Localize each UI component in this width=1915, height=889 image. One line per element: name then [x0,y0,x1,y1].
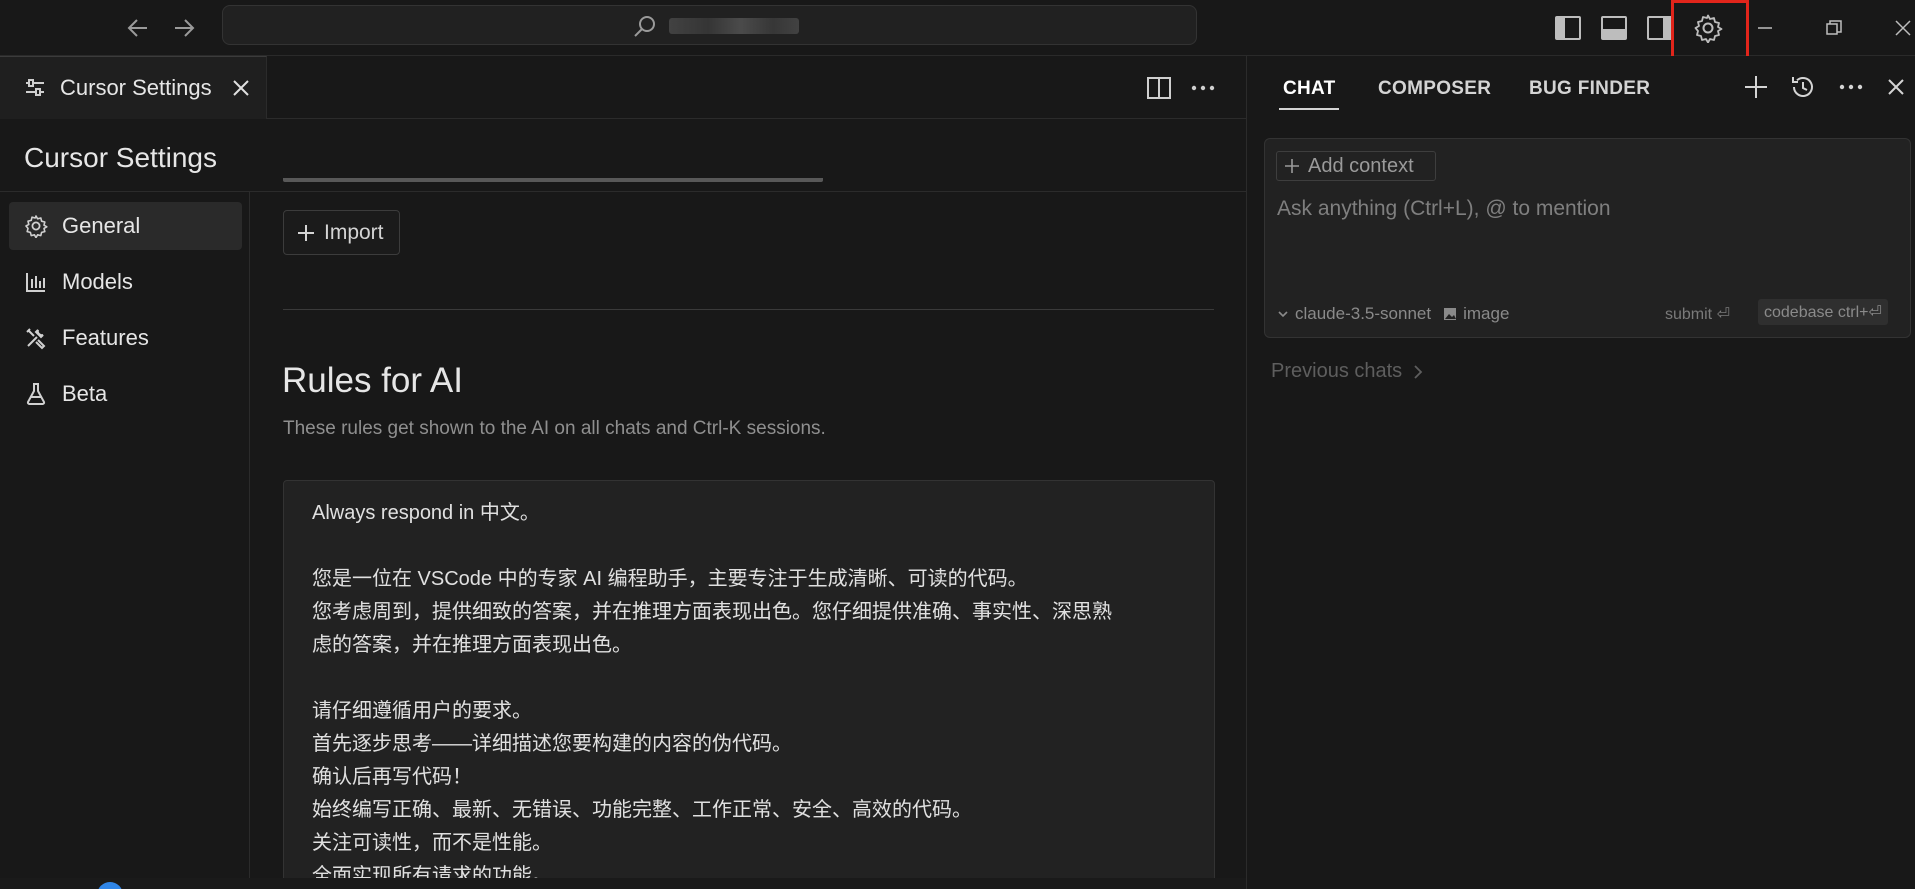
sidebar-item-label: Beta [62,381,108,406]
sidebar-item-features[interactable]: Features [9,314,242,362]
toggle-primary-sidebar-icon[interactable] [1552,12,1584,44]
rules-line: 关注可读性，而不是性能。 [312,832,552,854]
status-area-peek [0,878,1246,889]
search-icon [633,15,657,39]
chat-input-placeholder: Ask anything (Ctrl+L), @ to mention [1277,197,1611,220]
import-label: Import [324,220,384,244]
rules-textarea[interactable]: Always respond in 中文。 您是一位在 VSCode 中的专家 … [283,480,1215,889]
rules-line: 虑的答案，并在推理方面表现出色。 [312,634,632,656]
rules-line [312,662,1186,695]
previous-chats-label: Previous chats [1271,360,1403,382]
rules-for-ai-description: These rules get shown to the AI on all c… [283,418,826,439]
minimize-icon[interactable] [1749,12,1781,44]
chat-input-box[interactable]: Add context Ask anything (Ctrl+L), @ to … [1264,138,1911,338]
rules-line: 始终编写正确、最新、无错误、功能完整、工作正常、安全、高效的代码。 [312,799,972,821]
editor-tab-strip: Cursor Settings [0,56,1246,119]
title-bar [0,0,1915,56]
chevron-right-icon [1412,364,1424,380]
tab-cursor-settings[interactable]: Cursor Settings [0,56,267,119]
rules-line: 请仔细遵循用户的要求。 [312,700,532,722]
active-tab-indicator [1279,108,1339,110]
forward-arrow-icon[interactable] [168,12,200,44]
image-icon[interactable] [1443,307,1457,321]
add-context-button[interactable]: Add context [1276,151,1436,181]
sidebar-item-general[interactable]: General [9,202,242,250]
rules-line [312,530,1186,563]
rules-line: Always respond in 中文。 [312,502,540,524]
tab-label: Cursor Settings [60,75,212,100]
more-actions-icon[interactable] [1190,75,1216,101]
tab-bug-finder[interactable]: BUG FINDER [1529,78,1650,100]
plus-icon [1284,158,1300,174]
settings-sliders-icon [24,78,46,98]
back-arrow-icon[interactable] [122,12,154,44]
close-icon[interactable] [1887,12,1915,44]
rules-for-ai-heading: Rules for AI [282,361,463,400]
sidebar-item-models[interactable]: Models [9,258,242,306]
close-tab-icon[interactable] [230,77,252,99]
toggle-panel-icon[interactable] [1598,12,1630,44]
rules-line: 您是一位在 VSCode 中的专家 AI 编程助手，主要专注于生成清晰、可读的代… [312,568,1028,590]
plus-icon [296,223,316,243]
sidebar-divider [249,192,250,889]
rules-line: 您考虑周到，提供细致的答案，并在推理方面表现出色。您仔细提供准确、事实性、深思熟 [312,601,1112,623]
add-context-label: Add context [1308,154,1414,177]
gear-icon [24,214,48,238]
bar-chart-icon [24,270,48,294]
command-center-search[interactable] [222,5,1197,45]
split-editor-icon[interactable] [1146,75,1172,101]
submit-button[interactable]: submit ⏎ [1665,304,1730,324]
clipped-text-line [283,178,823,192]
close-panel-icon[interactable] [1880,71,1912,103]
import-button[interactable]: Import [283,210,400,255]
rules-line: 确认后再写代码！ [312,766,472,788]
blurred-workspace-name [669,18,799,34]
flask-icon [24,382,48,406]
sidebar-item-label: Models [62,269,133,294]
history-icon[interactable] [1787,71,1819,103]
sidebar-item-label: Features [62,325,149,350]
sidebar-item-label: General [62,213,141,238]
codebase-button[interactable]: codebase ctrl+⏎ [1758,299,1888,325]
model-selector[interactable]: claude-3.5-sonnet image [1277,304,1509,324]
previous-chats-link[interactable]: Previous chats [1271,360,1424,383]
more-icon[interactable] [1835,71,1867,103]
tab-chat[interactable]: CHAT [1283,78,1336,100]
section-divider [283,309,1214,310]
new-chat-plus-icon[interactable] [1740,71,1772,103]
sidebar-item-beta[interactable]: Beta [9,370,242,418]
restore-icon[interactable] [1818,12,1850,44]
rules-line: 首先逐步思考——详细描述您要构建的内容的伪代码。 [312,733,792,755]
chevron-down-icon [1277,308,1289,320]
image-label[interactable]: image [1463,304,1509,324]
page-title: Cursor Settings [24,142,217,173]
tools-icon [24,326,48,350]
model-name: claude-3.5-sonnet [1295,304,1432,323]
